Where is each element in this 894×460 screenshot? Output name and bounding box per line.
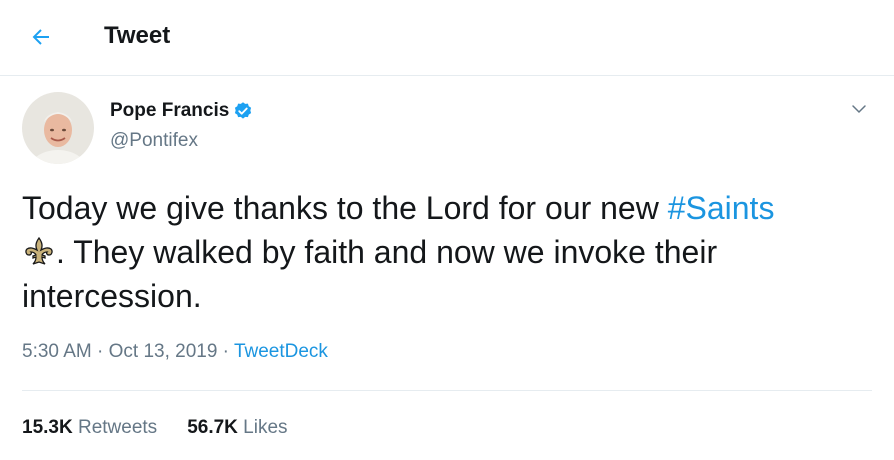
- back-button[interactable]: [20, 16, 62, 58]
- tweet-text-start: Today we give thanks to the Lord for our…: [22, 190, 668, 226]
- tweet-stats: 15.3K Retweets 56.7K Likes: [22, 417, 318, 439]
- tweet-source-link[interactable]: TweetDeck: [234, 341, 328, 362]
- tweet-text: Today we give thanks to the Lord for our…: [22, 186, 872, 318]
- chevron-down-icon: [852, 105, 866, 114]
- divider: [22, 390, 872, 391]
- fleur-de-lis-icon: [22, 235, 56, 269]
- retweets-count: 15.3K: [22, 417, 73, 438]
- tweet-time[interactable]: 5:30 AM: [22, 341, 92, 362]
- author-handle[interactable]: @Pontifex: [110, 130, 198, 152]
- avatar-image: [22, 92, 94, 164]
- author-name-row: Pope Francis: [110, 100, 253, 122]
- meta-separator-2: ·: [217, 341, 234, 362]
- tweet-options-button[interactable]: [846, 96, 872, 122]
- page-header: Tweet: [0, 0, 894, 76]
- tweet-meta: 5:30 AM · Oct 13, 2019 · TweetDeck: [22, 341, 328, 363]
- arrow-left-icon: [32, 29, 49, 45]
- hashtag-link[interactable]: #Saints: [668, 190, 775, 226]
- tweet-text-end: . They walked by faith and now we invoke…: [22, 234, 718, 314]
- author-name[interactable]: Pope Francis: [110, 100, 229, 122]
- retweets-label: Retweets: [77, 417, 158, 438]
- tweet-date[interactable]: Oct 13, 2019: [109, 341, 218, 362]
- retweets-stat[interactable]: 15.3K Retweets: [22, 417, 157, 439]
- likes-count: 56.7K: [187, 417, 238, 438]
- likes-label: Likes: [243, 417, 288, 438]
- page-title: Tweet: [104, 22, 171, 49]
- meta-separator: ·: [91, 341, 109, 362]
- avatar[interactable]: [22, 92, 94, 164]
- likes-stat[interactable]: 56.7K Likes: [187, 417, 287, 439]
- verified-badge-icon: [233, 101, 253, 121]
